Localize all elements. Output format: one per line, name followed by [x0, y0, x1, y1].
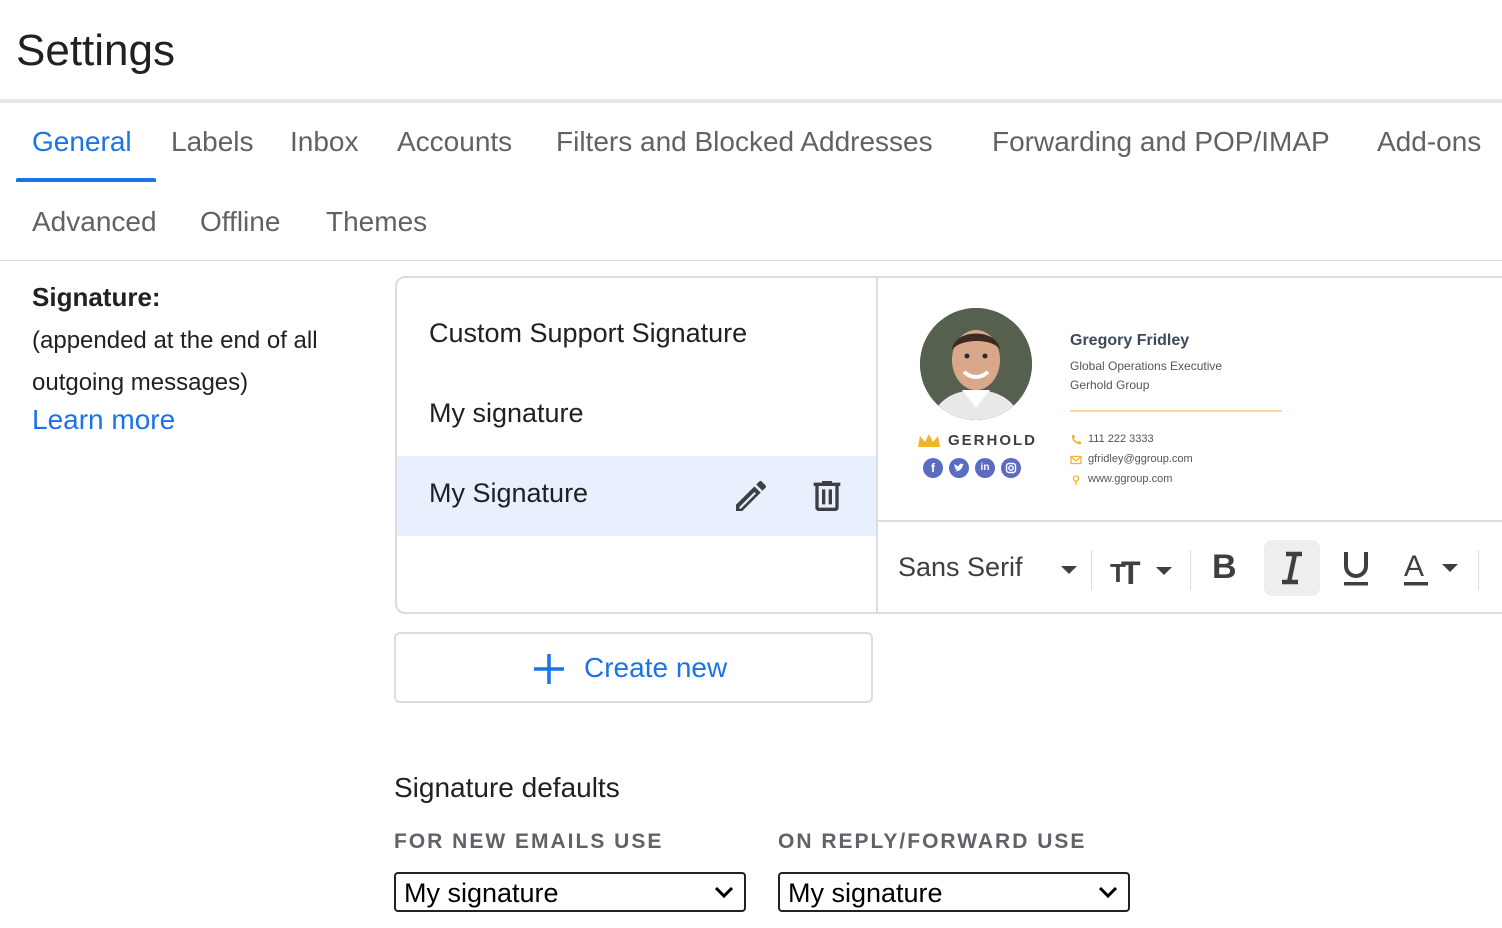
- settings-tabs-row2: Advanced Offline Themes: [0, 200, 1502, 250]
- new-emails-label: FOR NEW EMAILS USE: [394, 830, 664, 853]
- signature-panel: Custom Support Signature My signature My…: [395, 276, 1502, 614]
- signature-defaults-title: Signature defaults: [394, 772, 620, 803]
- signature-name: Gregory Fridley: [1070, 332, 1190, 349]
- tab-accounts[interactable]: Accounts: [397, 126, 512, 158]
- tab-filters[interactable]: Filters and Blocked Addresses: [556, 126, 933, 158]
- signature-label: Signature:: [32, 282, 161, 312]
- signature-website: www.ggroup.com: [1088, 473, 1173, 485]
- font-family-select[interactable]: Sans Serif: [898, 552, 1078, 592]
- signature-divider: [1070, 410, 1282, 412]
- text-size-icon[interactable]: TT: [1110, 550, 1174, 595]
- location-icon: [1070, 473, 1082, 491]
- bold-icon[interactable]: B: [1212, 548, 1237, 587]
- underline-icon[interactable]: [1340, 546, 1372, 597]
- edit-icon[interactable]: [731, 476, 771, 516]
- linkedin-icon[interactable]: in: [975, 458, 995, 478]
- reply-forward-label: ON REPLY/FORWARD USE: [778, 830, 1087, 853]
- italic-icon[interactable]: [1264, 540, 1320, 596]
- delete-icon[interactable]: [807, 476, 847, 516]
- signature-preview[interactable]: GERHOLD f in Gregory Fridley Global Oper…: [878, 278, 1502, 520]
- signature-item-my-signature[interactable]: My signature: [397, 376, 876, 456]
- signature-description: (appended at the end of all outgoing mes…: [32, 327, 318, 396]
- reply-forward-signature-select[interactable]: My signature: [778, 872, 1130, 912]
- twitter-icon[interactable]: [949, 458, 969, 478]
- signature-list: Custom Support Signature My signature My…: [397, 278, 878, 612]
- toolbar-divider: [1190, 550, 1191, 590]
- social-icons: f in: [923, 458, 1033, 480]
- chevron-down-icon: [1098, 886, 1118, 899]
- tab-general[interactable]: General: [32, 126, 132, 158]
- toolbar-divider: [1478, 550, 1479, 590]
- tab-addons[interactable]: Add-ons: [1377, 126, 1481, 158]
- toolbar-divider: [1091, 550, 1092, 590]
- signature-item-label: Custom Support Signature: [429, 318, 748, 348]
- tab-advanced[interactable]: Advanced: [32, 206, 157, 238]
- font-family-value: Sans Serif: [898, 552, 1023, 582]
- chevron-down-icon: [714, 886, 734, 899]
- signature-item-custom-support[interactable]: Custom Support Signature: [397, 296, 876, 376]
- signature-item-my-signature-selected[interactable]: My Signature: [397, 456, 876, 536]
- tab-forwarding[interactable]: Forwarding and POP/IMAP: [992, 126, 1330, 158]
- avatar: [920, 308, 1032, 420]
- signature-item-label: My Signature: [429, 478, 589, 508]
- phone-icon: [1070, 433, 1082, 451]
- tab-labels[interactable]: Labels: [171, 126, 254, 158]
- create-new-button[interactable]: Create new: [394, 632, 873, 703]
- formatting-toolbar: Sans Serif TT B A: [878, 520, 1502, 612]
- create-new-label: Create new: [584, 652, 728, 683]
- tab-inbox[interactable]: Inbox: [290, 126, 359, 158]
- plus-icon: [532, 646, 566, 695]
- signature-phone: 111 222 3333: [1088, 433, 1154, 445]
- signature-email: gfridley@ggroup.com: [1088, 453, 1193, 465]
- email-icon: [1070, 453, 1082, 471]
- svg-text:T: T: [1121, 555, 1141, 590]
- learn-more-link[interactable]: Learn more: [32, 404, 175, 436]
- svg-text:A: A: [1404, 550, 1424, 583]
- instagram-icon[interactable]: [1001, 458, 1021, 478]
- signature-item-label: My signature: [429, 398, 584, 428]
- signature-job-title: Global Operations Executive: [1070, 359, 1223, 373]
- new-emails-signature-value: My signature: [404, 878, 559, 908]
- tabs-divider: [0, 260, 1502, 261]
- page-title: Settings: [16, 26, 175, 75]
- tab-themes[interactable]: Themes: [326, 206, 427, 238]
- title-divider: [0, 99, 1502, 103]
- new-emails-signature-select[interactable]: My signature: [394, 872, 746, 912]
- active-tab-indicator: [16, 178, 156, 182]
- chevron-down-icon: [1061, 566, 1077, 574]
- facebook-icon[interactable]: f: [923, 458, 943, 478]
- text-color-icon[interactable]: A: [1400, 546, 1460, 597]
- settings-tabs-row1: General Labels Inbox Accounts Filters an…: [0, 120, 1502, 180]
- signature-company: Gerhold Group: [1070, 378, 1150, 392]
- tab-offline[interactable]: Offline: [200, 206, 280, 238]
- reply-forward-signature-value: My signature: [788, 878, 943, 908]
- brand-logo-text: GERHOLD: [948, 432, 1037, 449]
- crown-icon: [918, 434, 940, 447]
